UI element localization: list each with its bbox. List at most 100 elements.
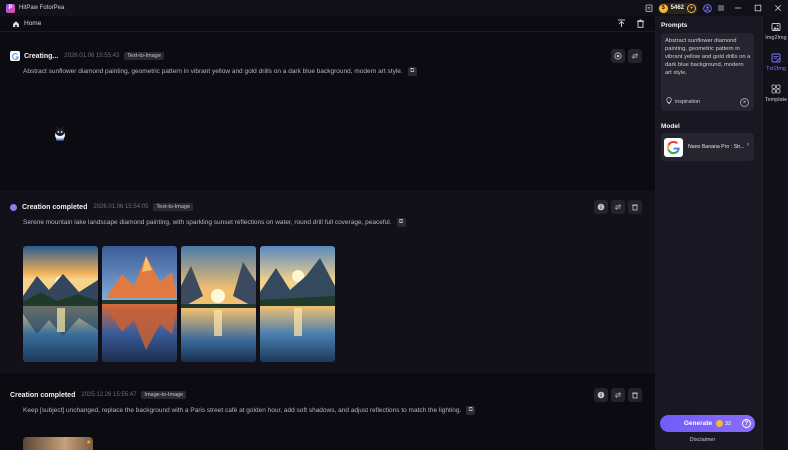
minimize-icon[interactable] <box>728 0 748 16</box>
main-header: Home <box>0 16 655 32</box>
card-actions <box>611 49 642 63</box>
rail-item-label: Template <box>764 97 788 103</box>
card-header: Creation completed 2025.12.26 15:55:47 I… <box>10 389 187 401</box>
home-label: Home <box>24 20 42 27</box>
main-actions <box>617 16 645 32</box>
prompt-row: Abstract sunflower diamond painting, geo… <box>23 67 417 76</box>
mode-rail: Img2Img Txt2Img Template <box>762 16 788 450</box>
copy-prompt-icon[interactable]: ⧉ <box>396 218 406 227</box>
upload-icon[interactable] <box>617 19 626 30</box>
coin-icon: $ <box>658 3 668 13</box>
card-actions <box>594 388 642 402</box>
add-credits-icon[interactable]: + <box>687 3 696 13</box>
prompt-text: Abstract sunflower diamond painting, geo… <box>23 68 403 75</box>
rail-item-label: Img2Img <box>765 35 787 41</box>
creation-card: Creating... 2026.01.06 15:55:43 Text-to-… <box>0 40 655 187</box>
completed-status-icon <box>10 203 17 211</box>
rail-item-txt2img[interactable]: Txt2Img <box>763 53 788 72</box>
delete-button[interactable] <box>628 388 642 402</box>
generate-label: Generate <box>683 420 713 427</box>
stop-button[interactable] <box>611 49 625 63</box>
clipboard-icon[interactable] <box>642 1 656 15</box>
mode-badge: Image-to-Image <box>141 391 187 399</box>
app-title: HitPaw FotorPea <box>19 5 65 11</box>
info-button[interactable] <box>594 200 608 214</box>
credits-balance[interactable]: $ 5462 + <box>657 2 698 14</box>
clear-prompt-icon[interactable]: × <box>740 98 749 107</box>
refresh-icon <box>631 53 639 59</box>
disclaimer-link[interactable]: Disclaimer <box>655 437 750 443</box>
app-logo-icon: P <box>6 3 15 13</box>
card-status: Creation completed <box>10 391 76 399</box>
generate-cost: 32 <box>725 420 732 427</box>
prompt-panel: Prompts Abstract sunflower diamond paint… <box>655 16 762 450</box>
model-name: Nano Banana Pro : Str... <box>688 144 745 150</box>
prompt-row: Serene mountain lake landscape diamond p… <box>23 218 406 227</box>
template-grid-icon <box>771 84 781 94</box>
mode-badge: Text-to-Image <box>153 203 194 211</box>
text-image-icon <box>771 53 781 63</box>
generate-button[interactable]: Generate 32 ? <box>660 415 755 432</box>
credits-count: 5462 <box>670 5 684 11</box>
coin-icon <box>716 420 724 427</box>
card-actions <box>594 200 642 214</box>
help-icon[interactable]: ? <box>742 419 751 428</box>
creation-card: Creation completed 2025.12.26 15:55:47 I… <box>0 379 655 450</box>
chevron-right-icon: › <box>747 142 749 148</box>
info-icon <box>597 203 605 211</box>
info-icon <box>597 391 605 399</box>
prompt-input-text[interactable]: Abstract sunflower diamond painting, geo… <box>665 37 751 89</box>
refresh-icon <box>614 204 622 210</box>
inspiration-label: inspiration <box>675 99 701 105</box>
regenerate-button[interactable] <box>628 49 642 63</box>
star-icon: ★ <box>86 440 92 446</box>
creation-feed[interactable]: Creating... 2026.01.06 15:55:43 Text-to-… <box>0 40 655 450</box>
mode-badge: Text-to-Image <box>124 52 164 60</box>
card-timestamp: 2025.12.26 15:55:47 <box>81 392 137 398</box>
delete-button[interactable] <box>628 200 642 214</box>
image-icon <box>771 23 781 31</box>
prompt-input[interactable]: Abstract sunflower diamond painting, geo… <box>661 33 754 111</box>
prompt-row: Keep [subject] unchanged, replace the ba… <box>23 406 476 415</box>
user-account-icon[interactable] <box>700 1 714 15</box>
lightbulb-icon <box>666 97 672 107</box>
loading-mascot-icon <box>55 126 65 141</box>
result-images <box>23 246 335 362</box>
result-image-4[interactable] <box>260 246 335 362</box>
result-image-1[interactable] <box>23 246 98 362</box>
card-timestamp: 2026.01.06 15:55:43 <box>64 53 120 59</box>
trash-icon <box>632 204 638 211</box>
title-bar-controls: $ 5462 + <box>642 0 788 16</box>
rail-item-img2img[interactable]: Img2Img <box>763 22 788 41</box>
trash-icon[interactable] <box>636 19 645 30</box>
prompts-heading: Prompts <box>661 22 688 29</box>
card-status: Creating... <box>24 52 59 60</box>
copy-prompt-icon[interactable]: ⧉ <box>407 67 417 76</box>
prompt-text: Serene mountain lake landscape diamond p… <box>23 219 392 226</box>
home-link[interactable]: Home <box>12 20 41 28</box>
card-header: Creation completed 2026.01.06 15:54:05 T… <box>10 201 194 213</box>
creation-card: Creation completed 2026.01.06 15:54:05 T… <box>0 191 655 373</box>
copy-prompt-icon[interactable]: ⧉ <box>466 406 476 415</box>
close-window-icon[interactable] <box>768 0 788 16</box>
result-image-3[interactable] <box>181 246 256 362</box>
trash-icon <box>632 392 638 399</box>
regenerate-button[interactable] <box>611 388 625 402</box>
google-model-icon <box>10 51 20 61</box>
inspiration-button[interactable]: inspiration <box>666 97 700 107</box>
regenerate-button[interactable] <box>611 200 625 214</box>
rail-item-template[interactable]: Template <box>763 84 788 103</box>
maximize-icon[interactable] <box>748 0 768 16</box>
stop-icon <box>614 52 622 60</box>
title-bar: P HitPaw FotorPea $ 5462 + <box>0 0 788 16</box>
card-header: Creating... 2026.01.06 15:55:43 Text-to-… <box>10 50 164 62</box>
result-image-2[interactable] <box>102 246 177 362</box>
home-icon <box>13 20 19 27</box>
info-button[interactable] <box>594 388 608 402</box>
menu-icon[interactable] <box>714 1 728 15</box>
refresh-icon <box>614 392 622 398</box>
model-heading: Model <box>661 123 680 130</box>
result-image-1[interactable] <box>23 437 93 450</box>
card-timestamp: 2026.01.06 15:54:05 <box>93 204 149 210</box>
model-selector[interactable]: Nano Banana Pro : Str... › <box>661 133 754 161</box>
